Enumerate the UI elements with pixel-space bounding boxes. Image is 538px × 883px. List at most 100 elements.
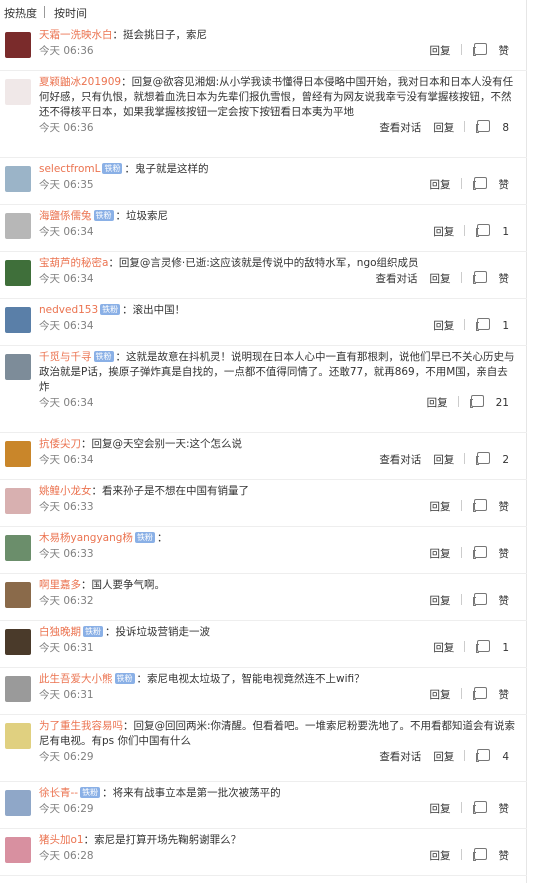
like-count[interactable]: 赞: [499, 45, 510, 57]
like-icon[interactable]: [476, 224, 491, 237]
comment-content: ：索尼是打算开场先鞠躬谢罪么？: [83, 834, 242, 846]
comment-item: 为了重生我容易吗：回复@回回两米:你清醒。但看着吧。一堆索尼粉要洗地了。不用看都…: [0, 715, 527, 782]
view-conversation-link[interactable]: 查看对话: [379, 454, 421, 466]
username-link[interactable]: 此生吾爱大小熊: [39, 673, 113, 685]
reply-link[interactable]: 回复: [430, 595, 451, 607]
view-conversation-link[interactable]: 查看对话: [379, 751, 421, 763]
reply-link[interactable]: 回复: [430, 45, 451, 57]
avatar[interactable]: [5, 488, 31, 514]
view-conversation-link[interactable]: 查看对话: [376, 273, 418, 285]
username-link[interactable]: 千觅与千寻: [39, 351, 92, 363]
like-count[interactable]: 赞: [499, 850, 510, 862]
reply-link[interactable]: 回复: [433, 226, 454, 238]
username-link[interactable]: 为了重生我容易吗: [39, 720, 123, 732]
username-link[interactable]: selectfromL: [39, 163, 100, 175]
like-count[interactable]: 赞: [499, 689, 510, 701]
reply-link[interactable]: 回复: [433, 642, 454, 654]
avatar[interactable]: [5, 354, 31, 380]
comment-actions: 查看对话 回复 4: [367, 749, 509, 764]
comment-time: 今天 06:35: [39, 179, 94, 191]
avatar[interactable]: [5, 79, 31, 105]
reply-link[interactable]: 回复: [430, 179, 451, 191]
like-count[interactable]: 赞: [499, 595, 510, 607]
sort-by-hot-tab[interactable]: 按热度: [4, 5, 37, 21]
like-icon[interactable]: [476, 120, 491, 133]
avatar[interactable]: [5, 582, 31, 608]
username-link[interactable]: 天霜一洗映水白: [39, 29, 113, 41]
comment-text: 姚鳇小龙女：看来孙子是不想在中国有销量了: [39, 484, 517, 499]
view-conversation-link[interactable]: 查看对话: [379, 122, 421, 134]
avatar[interactable]: [5, 676, 31, 702]
avatar[interactable]: [5, 441, 31, 467]
username-link[interactable]: 猪头加o1: [39, 834, 84, 846]
avatar[interactable]: [5, 307, 31, 333]
username-link[interactable]: 海鹽係儒兔: [39, 210, 92, 222]
reply-link[interactable]: 回复: [430, 850, 451, 862]
like-icon[interactable]: [476, 749, 491, 762]
like-count[interactable]: 2: [502, 454, 509, 466]
username-link[interactable]: 白独晚期: [39, 626, 81, 638]
like-icon[interactable]: [472, 687, 487, 700]
username-link[interactable]: 木易杨yangyang杨: [39, 532, 133, 544]
avatar[interactable]: [5, 32, 31, 58]
avatar[interactable]: [5, 260, 31, 286]
reply-link[interactable]: 回复: [430, 273, 451, 285]
like-icon[interactable]: [472, 177, 487, 190]
reply-link[interactable]: 回复: [430, 548, 451, 560]
comment-time: 今天 06:32: [39, 595, 94, 607]
reply-link[interactable]: 回复: [433, 320, 454, 332]
reply-link[interactable]: 回复: [433, 122, 454, 134]
like-icon[interactable]: [472, 848, 487, 861]
username-link[interactable]: 抗倭尖刀: [39, 438, 81, 450]
comment-text: 徐长青-- 铁粉 ：将来有战事立本是第一批次被荡平的: [39, 786, 517, 801]
comment-content: ：滚出中国！: [122, 304, 186, 316]
like-count[interactable]: 赞: [499, 803, 510, 815]
like-icon[interactable]: [472, 801, 487, 814]
comment-actions: 回复 赞: [418, 499, 510, 514]
action-divider: [464, 750, 466, 761]
username-link[interactable]: 夏颖鼬冰201909: [39, 76, 121, 88]
comment-content: ：: [156, 532, 168, 544]
like-count[interactable]: 赞: [499, 179, 510, 191]
like-icon[interactable]: [476, 318, 491, 331]
avatar[interactable]: [5, 837, 31, 863]
like-count[interactable]: 4: [502, 751, 509, 763]
sort-by-time-tab[interactable]: 按时间: [54, 5, 87, 21]
like-count[interactable]: 21: [496, 397, 509, 409]
avatar[interactable]: [5, 790, 31, 816]
reply-link[interactable]: 回复: [430, 689, 451, 701]
reply-link[interactable]: 回复: [433, 454, 454, 466]
username-link[interactable]: 宝葫芦的秘密a: [39, 257, 108, 269]
action-divider: [460, 178, 462, 189]
like-icon[interactable]: [472, 43, 487, 56]
like-icon[interactable]: [472, 499, 487, 512]
avatar[interactable]: [5, 535, 31, 561]
reply-link[interactable]: 回复: [427, 397, 448, 409]
action-divider: [464, 225, 466, 236]
avatar[interactable]: [5, 629, 31, 655]
username-link[interactable]: 啊里嘉多: [39, 579, 81, 591]
reply-link[interactable]: 回复: [430, 803, 451, 815]
like-count[interactable]: 1: [502, 226, 509, 238]
like-icon[interactable]: [472, 546, 487, 559]
like-count[interactable]: 赞: [499, 501, 510, 513]
avatar[interactable]: [5, 723, 31, 749]
reply-link[interactable]: 回复: [433, 751, 454, 763]
username-link[interactable]: 姚鳇小龙女: [39, 485, 92, 497]
like-count[interactable]: 1: [502, 320, 509, 332]
like-count[interactable]: 8: [502, 122, 509, 134]
like-icon[interactable]: [469, 395, 484, 408]
like-count[interactable]: 赞: [499, 548, 510, 560]
reply-link[interactable]: 回复: [430, 501, 451, 513]
like-icon[interactable]: [476, 452, 491, 465]
avatar[interactable]: [5, 213, 31, 239]
like-count[interactable]: 1: [502, 642, 509, 654]
username-link[interactable]: 徐长青--: [39, 787, 78, 799]
comment-item: selectfromL 铁粉 ：鬼子就是这样的 今天 06:35 回复 赞: [0, 158, 527, 205]
username-link[interactable]: nedved153: [39, 304, 98, 316]
like-count[interactable]: 赞: [499, 273, 510, 285]
avatar[interactable]: [5, 166, 31, 192]
like-icon[interactable]: [476, 640, 491, 653]
like-icon[interactable]: [472, 271, 487, 284]
like-icon[interactable]: [472, 593, 487, 606]
